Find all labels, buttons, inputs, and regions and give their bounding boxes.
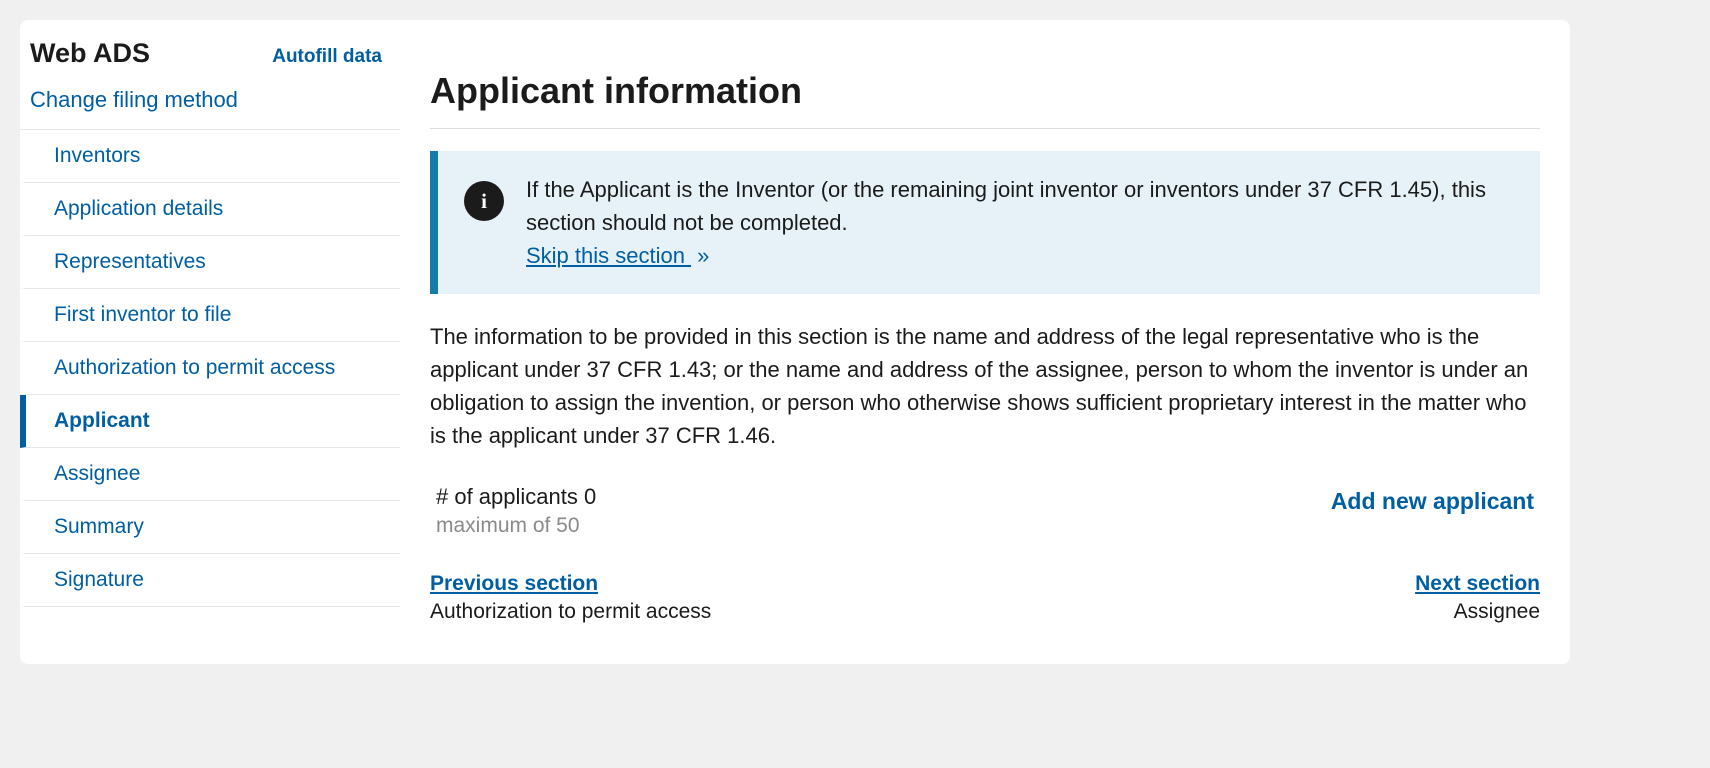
- sidebar-item-applicant[interactable]: Applicant: [20, 395, 400, 448]
- sidebar-title: Web ADS: [30, 38, 150, 69]
- next-section-link[interactable]: Next section: [1415, 572, 1540, 596]
- counter-row: # of applicants 0 maximum of 50 Add new …: [430, 484, 1540, 538]
- prev-section-link[interactable]: Previous section: [430, 572, 711, 596]
- divider: [430, 128, 1540, 129]
- sidebar-header: Web ADS Autofill data: [20, 36, 400, 87]
- info-banner: i If the Applicant is the Inventor (or t…: [430, 151, 1540, 294]
- page-title: Applicant information: [430, 70, 1540, 112]
- sidebar: Web ADS Autofill data Change filing meth…: [20, 20, 400, 664]
- sidebar-item-signature[interactable]: Signature: [20, 554, 400, 607]
- sidebar-item-assignee[interactable]: Assignee: [20, 448, 400, 501]
- applicant-count: # of applicants 0: [436, 484, 596, 510]
- banner-text: If the Applicant is the Inventor (or the…: [526, 177, 1486, 235]
- skip-section-link[interactable]: Skip this section: [526, 243, 691, 268]
- next-section-name: Assignee: [1415, 600, 1540, 624]
- sidebar-item-first-inventor[interactable]: First inventor to file: [20, 289, 400, 342]
- section-nav-row: Previous section Authorization to permit…: [430, 572, 1540, 624]
- sidebar-item-authorization[interactable]: Authorization to permit access: [20, 342, 400, 395]
- counter-block: # of applicants 0 maximum of 50: [436, 484, 596, 538]
- main-content: Applicant information i If the Applicant…: [400, 20, 1570, 664]
- autofill-link[interactable]: Autofill data: [272, 46, 382, 68]
- info-icon: i: [464, 181, 504, 221]
- prev-section-name: Authorization to permit access: [430, 600, 711, 624]
- sidebar-item-application-details[interactable]: Application details: [20, 183, 400, 236]
- nav-list: Inventors Application details Representa…: [20, 130, 400, 607]
- section-description: The information to be provided in this s…: [430, 320, 1540, 452]
- sidebar-item-summary[interactable]: Summary: [20, 501, 400, 554]
- next-section-block: Next section Assignee: [1415, 572, 1540, 624]
- sidebar-item-inventors[interactable]: Inventors: [20, 130, 400, 183]
- add-applicant-link[interactable]: Add new applicant: [1331, 484, 1534, 515]
- prev-section-block: Previous section Authorization to permit…: [430, 572, 711, 624]
- change-filing-link[interactable]: Change filing method: [20, 87, 400, 130]
- main-card: Web ADS Autofill data Change filing meth…: [20, 20, 1570, 664]
- applicant-max: maximum of 50: [436, 514, 596, 538]
- arrow-icon: »: [697, 243, 709, 268]
- sidebar-item-representatives[interactable]: Representatives: [20, 236, 400, 289]
- info-text-block: If the Applicant is the Inventor (or the…: [526, 173, 1514, 272]
